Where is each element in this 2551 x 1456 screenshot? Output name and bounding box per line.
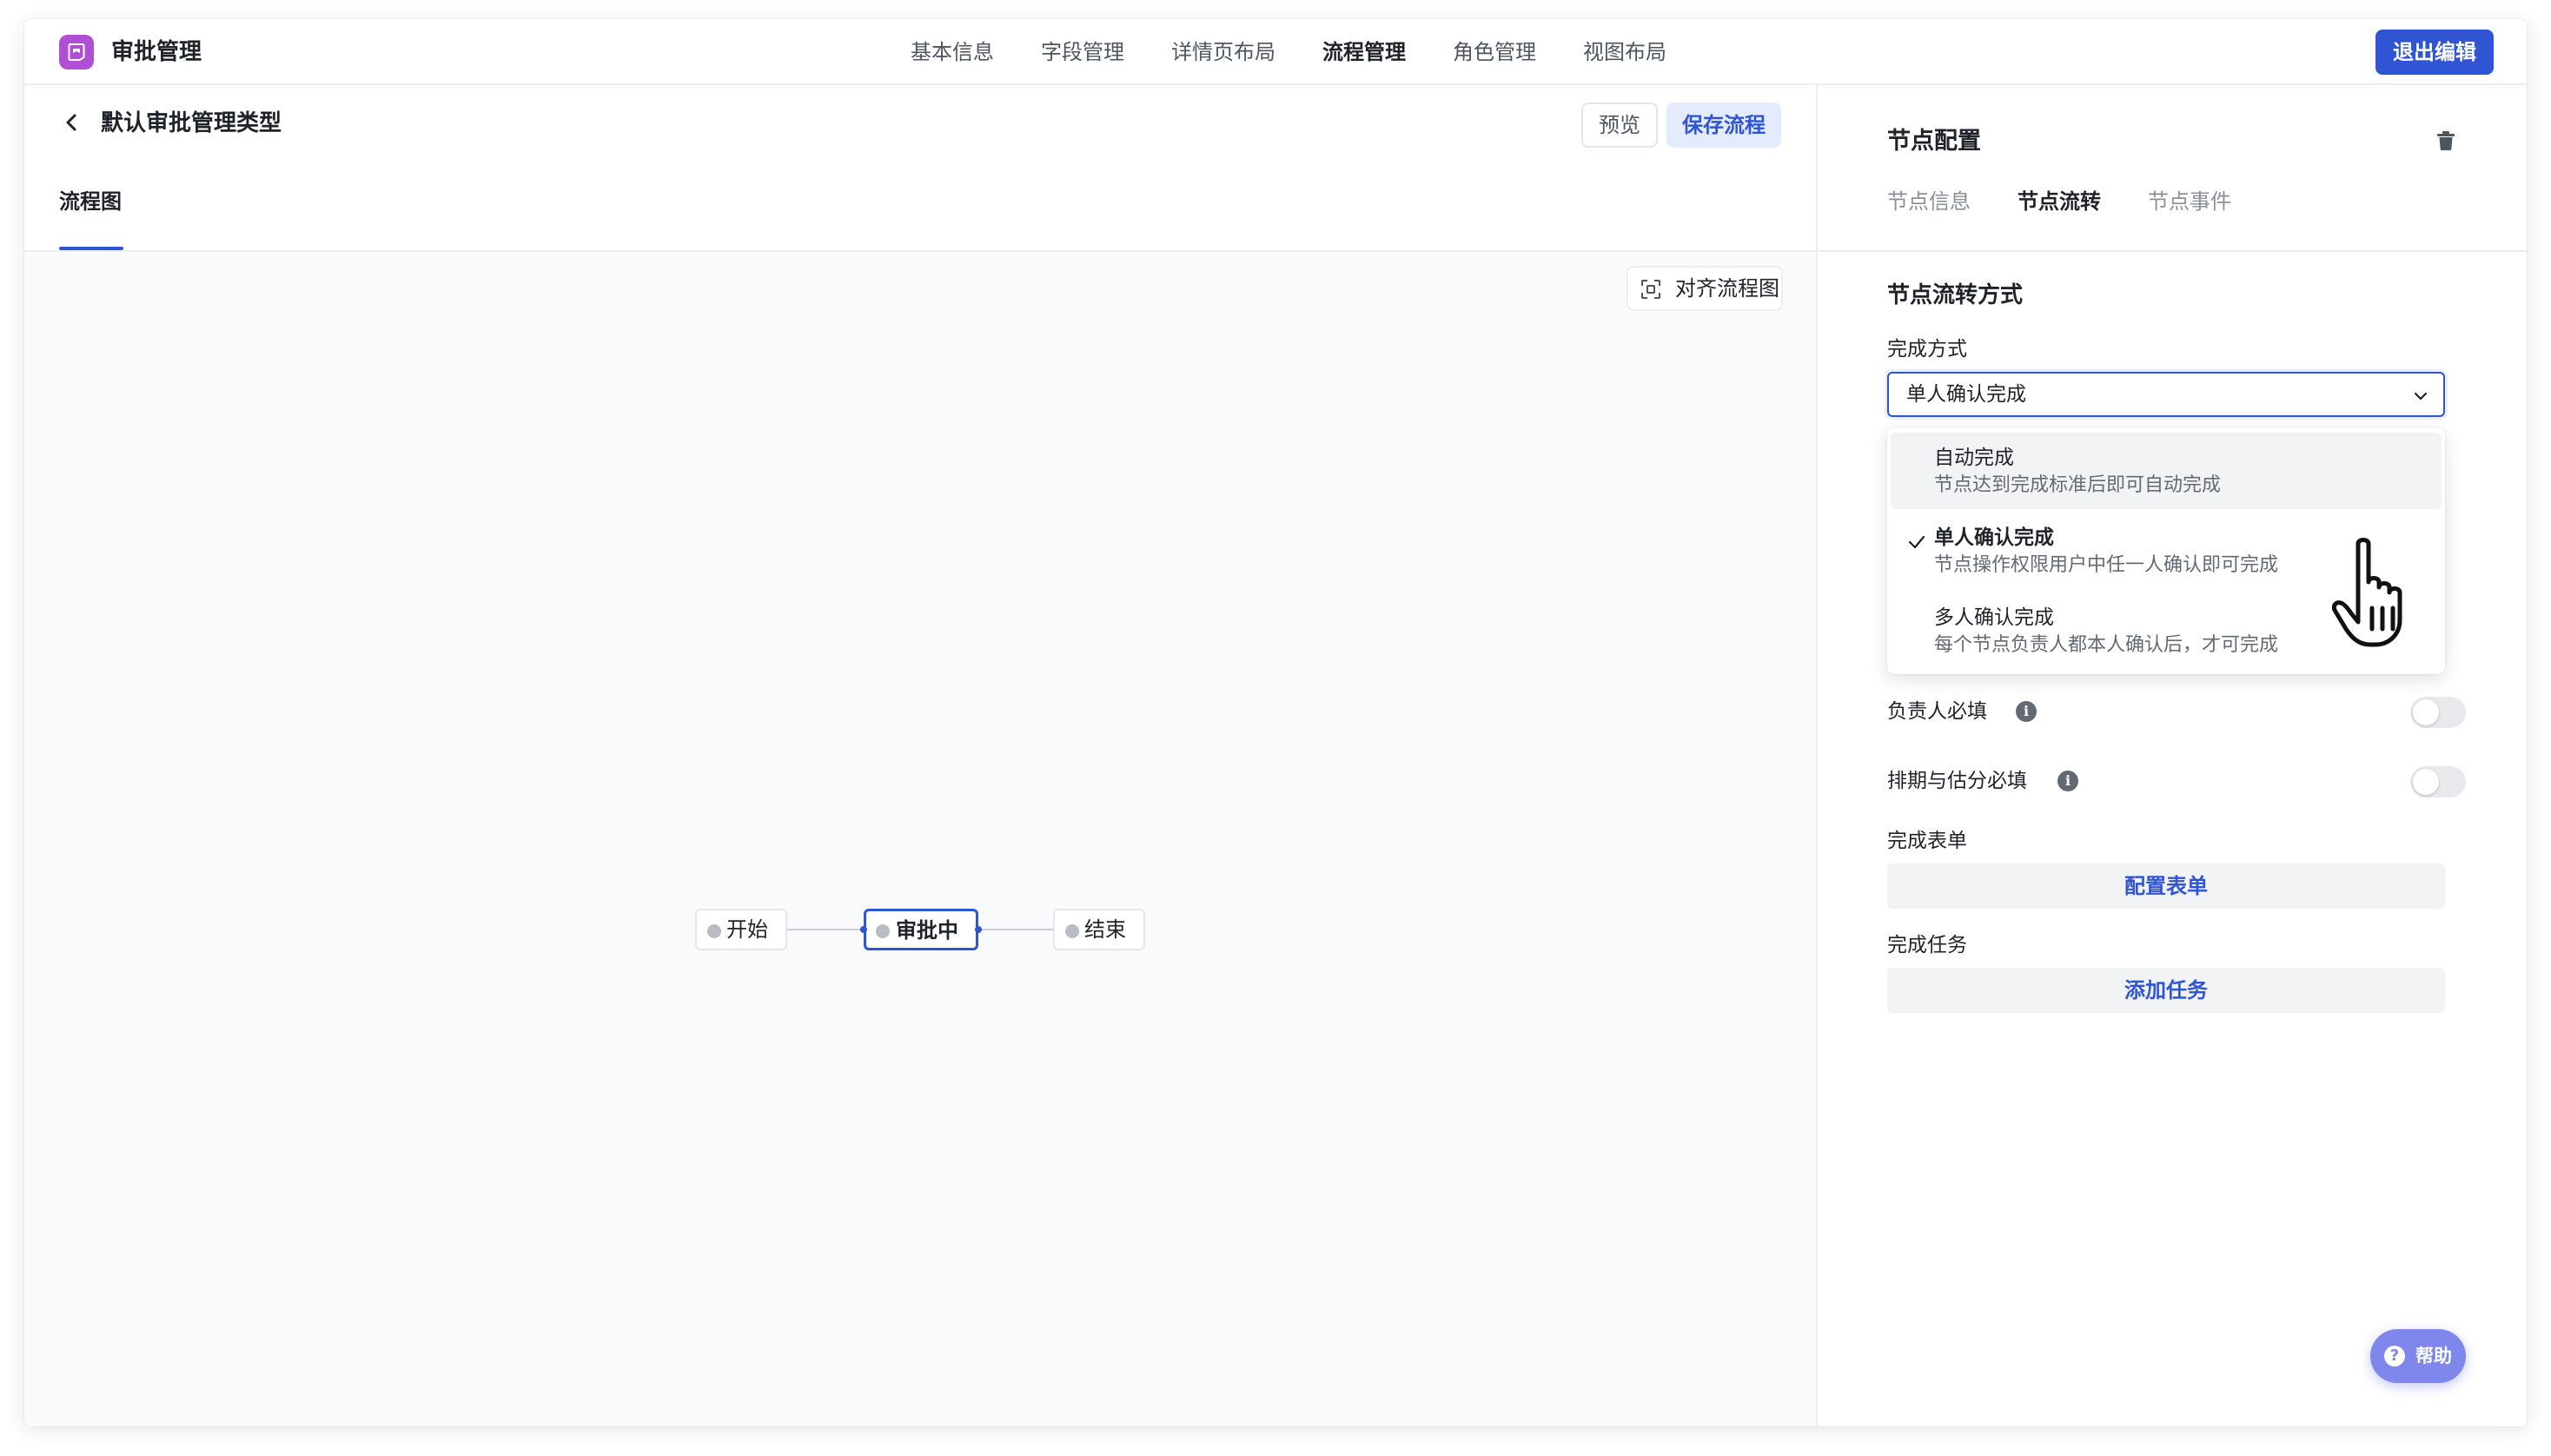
nav-basic-info[interactable]: 基本信息 xyxy=(911,33,994,71)
exit-edit-button[interactable]: 退出编辑 xyxy=(2375,30,2494,75)
option-description: 节点操作权限用户中任一人确认即可完成 xyxy=(1934,554,2279,576)
schedule-required-label: 排期与估分必填 xyxy=(1887,770,2027,792)
option-title: 自动完成 xyxy=(1934,447,2014,469)
node-status-dot xyxy=(876,924,890,938)
chevron-down-icon xyxy=(2414,392,2428,400)
add-task-button[interactable]: 添加任务 xyxy=(1887,968,2445,1013)
node-label: 开始 xyxy=(726,917,768,942)
tab-node-transition[interactable]: 节点流转 xyxy=(2018,186,2101,217)
workflow-editor: 默认审批管理类型 预览 保存流程 流程图 对齐流程图 开始 审批中 结束 xyxy=(24,85,1818,1426)
toggle-knob xyxy=(2413,699,2439,725)
flow-node-start[interactable]: 开始 xyxy=(695,909,787,950)
nav-workflow-management[interactable]: 流程管理 xyxy=(1322,33,1406,71)
app-window: 审批管理 基本信息 字段管理 详情页布局 流程管理 角色管理 视图布局 退出编辑… xyxy=(24,19,2527,1426)
question-icon: ? xyxy=(2384,1346,2405,1367)
section-title: 节点流转方式 xyxy=(1887,282,2024,308)
completion-task-label: 完成任务 xyxy=(1887,934,1967,956)
align-flowchart-button[interactable]: 对齐流程图 xyxy=(1627,266,1783,311)
selected-value: 单人确认完成 xyxy=(1906,383,2026,406)
node-port[interactable] xyxy=(860,926,867,933)
flow-edge xyxy=(977,929,1053,930)
tab-node-info[interactable]: 节点信息 xyxy=(1887,186,1971,217)
node-port[interactable] xyxy=(975,926,982,933)
node-config-title: 节点配置 xyxy=(1887,128,1981,155)
check-icon xyxy=(1908,535,1925,549)
completion-method-label: 完成方式 xyxy=(1887,338,1967,361)
trash-icon[interactable] xyxy=(2436,130,2455,151)
option-title: 多人确认完成 xyxy=(1934,606,2054,629)
node-status-dot xyxy=(1065,924,1079,938)
save-workflow-button[interactable]: 保存流程 xyxy=(1666,103,1781,148)
app-title: 审批管理 xyxy=(111,39,202,65)
node-config-panel: 节点配置 节点信息 节点流转 节点事件 节点流转方式 完成方式 单人确认完成 自… xyxy=(1818,85,2527,1426)
owner-required-toggle[interactable] xyxy=(2410,697,2466,728)
node-status-dot xyxy=(707,924,721,938)
info-icon[interactable]: i xyxy=(2016,701,2037,722)
flow-edge xyxy=(785,929,867,930)
nav-detail-layout[interactable]: 详情页布局 xyxy=(1171,33,1276,71)
top-bar: 审批管理 基本信息 字段管理 详情页布局 流程管理 角色管理 视图布局 退出编辑 xyxy=(24,19,2527,85)
tab-flowchart[interactable]: 流程图 xyxy=(59,186,122,217)
align-flowchart-label: 对齐流程图 xyxy=(1675,276,1779,301)
workflow-title: 默认审批管理类型 xyxy=(101,110,282,136)
help-button[interactable]: ? 帮助 xyxy=(2370,1329,2466,1383)
nav-view-layout[interactable]: 视图布局 xyxy=(1583,33,1666,71)
owner-required-label: 负责人必填 xyxy=(1887,700,1987,723)
flow-node-end[interactable]: 结束 xyxy=(1053,909,1145,950)
toggle-knob xyxy=(2413,769,2439,795)
option-description: 每个节点负责人都本人确认后，才可完成 xyxy=(1934,634,2279,656)
help-label: 帮助 xyxy=(2415,1346,2452,1367)
top-nav: 基本信息 字段管理 详情页布局 流程管理 角色管理 视图布局 xyxy=(911,33,1666,71)
flow-canvas[interactable]: 对齐流程图 开始 审批中 结束 xyxy=(24,252,1816,1426)
approval-doc-icon xyxy=(59,35,94,69)
node-config-tabs: 节点信息 节点流转 节点事件 xyxy=(1887,186,2231,217)
nav-role-management[interactable]: 角色管理 xyxy=(1453,33,1536,71)
option-title: 单人确认完成 xyxy=(1934,526,2054,549)
node-label: 结束 xyxy=(1084,917,1126,942)
nav-field-management[interactable]: 字段管理 xyxy=(1041,33,1124,71)
divider xyxy=(1818,250,2527,252)
configure-form-button[interactable]: 配置表单 xyxy=(1887,864,2445,909)
flow-node-approving[interactable]: 审批中 xyxy=(864,909,978,950)
tab-node-events[interactable]: 节点事件 xyxy=(2148,186,2231,217)
back-chevron-icon[interactable] xyxy=(61,111,83,134)
option-description: 节点达到完成标准后即可自动完成 xyxy=(1934,474,2222,496)
hand-pointer-icon xyxy=(2332,538,2402,647)
option-auto-complete[interactable]: 自动完成 节点达到完成标准后即可自动完成 xyxy=(1891,433,2442,509)
completion-method-select[interactable]: 单人确认完成 xyxy=(1887,372,2445,417)
schedule-required-toggle[interactable] xyxy=(2410,766,2466,797)
node-label: 审批中 xyxy=(896,918,958,943)
focus-frame-icon xyxy=(1641,280,1660,299)
completion-form-label: 完成表单 xyxy=(1887,830,1967,852)
preview-button[interactable]: 预览 xyxy=(1581,103,1658,148)
info-icon[interactable]: i xyxy=(2057,771,2078,791)
